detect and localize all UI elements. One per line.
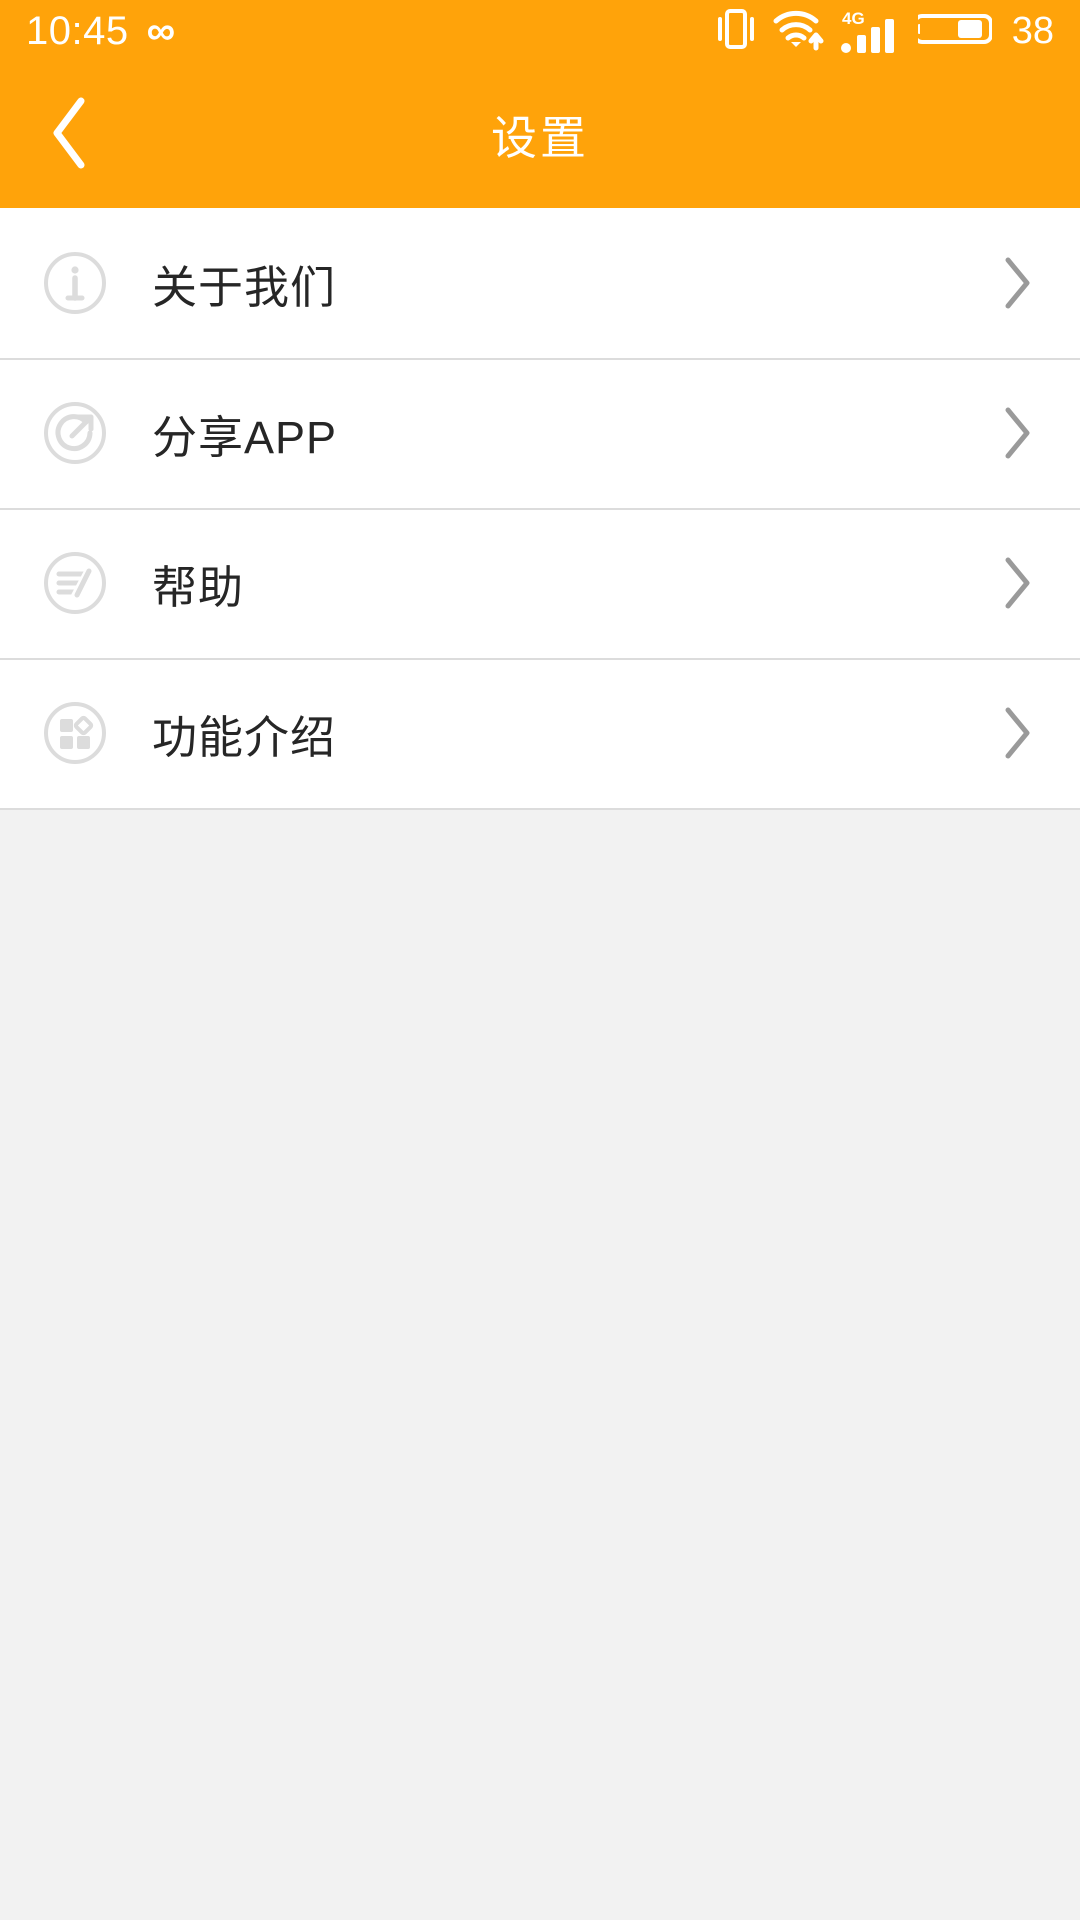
svg-text:4G: 4G bbox=[842, 9, 865, 28]
page-background bbox=[0, 810, 1080, 1920]
list-item-label: 分享APP bbox=[152, 411, 338, 463]
share-circle-icon bbox=[42, 400, 108, 466]
list-item-features[interactable]: 功能介绍 bbox=[0, 658, 1080, 808]
infinity-icon: ∞ bbox=[146, 9, 176, 53]
list-item-about-us[interactable]: 关于我们 bbox=[0, 208, 1080, 358]
chevron-right-icon bbox=[994, 257, 1040, 309]
page-title: 设置 bbox=[491, 112, 589, 164]
status-bar-right: 4G 38 bbox=[716, 6, 1054, 57]
battery-percent: 38 bbox=[1011, 10, 1054, 52]
features-grid-icon bbox=[42, 700, 108, 766]
help-lines-icon bbox=[42, 550, 108, 616]
battery-icon bbox=[912, 8, 993, 55]
chevron-right-icon bbox=[994, 557, 1040, 609]
signal-4g-icon: 4G bbox=[840, 7, 902, 55]
settings-list: 关于我们 分享APP 帮助 功能介绍 bbox=[0, 208, 1080, 808]
wifi-icon bbox=[772, 6, 824, 57]
status-bar-left: 10:45 ∞ bbox=[26, 11, 175, 51]
app-header: 设置 bbox=[0, 62, 1080, 208]
list-item-share-app[interactable]: 分享APP bbox=[0, 358, 1080, 508]
list-item-label: 关于我们 bbox=[152, 261, 337, 313]
back-button[interactable] bbox=[0, 62, 140, 208]
list-item-label: 功能介绍 bbox=[152, 711, 337, 763]
settings-screen: 10:45 ∞ 4G 38 设置 关于我们 分享APP 帮助 功能介绍 bbox=[0, 0, 1080, 1920]
vibrate-icon bbox=[716, 6, 756, 57]
chevron-right-icon bbox=[994, 707, 1040, 759]
status-time: 10:45 bbox=[26, 9, 129, 53]
info-circle-icon bbox=[42, 250, 108, 316]
status-bar: 10:45 ∞ 4G 38 bbox=[0, 0, 1080, 62]
list-item-label: 帮助 bbox=[152, 561, 245, 613]
chevron-left-icon bbox=[47, 95, 93, 176]
list-item-help[interactable]: 帮助 bbox=[0, 508, 1080, 658]
chevron-right-icon bbox=[994, 407, 1040, 459]
